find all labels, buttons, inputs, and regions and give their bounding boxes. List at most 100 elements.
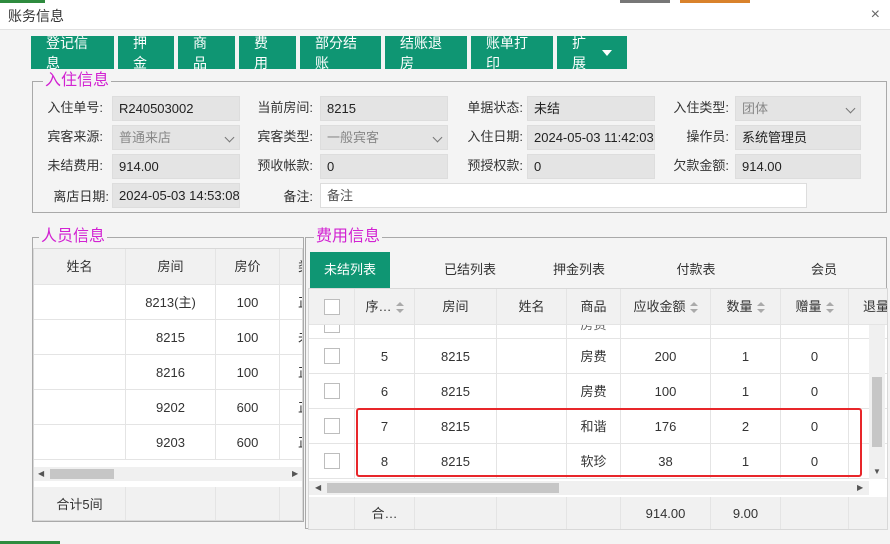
- row-checkbox[interactable]: [324, 418, 340, 434]
- vertical-scrollbar[interactable]: ▼: [869, 325, 885, 479]
- row-checkbox[interactable]: [324, 348, 340, 364]
- extend-button[interactable]: 扩展: [557, 35, 627, 71]
- table-cell[interactable]: 5: [355, 339, 415, 374]
- scroll-left-icon[interactable]: ◀: [315, 483, 321, 492]
- table-cell[interactable]: 正: [280, 355, 302, 390]
- checkin-type-select[interactable]: 团体: [735, 96, 861, 121]
- table-cell[interactable]: [34, 285, 126, 320]
- print-bill-button[interactable]: 账单打印: [471, 35, 553, 71]
- table-cell[interactable]: 200: [621, 339, 711, 374]
- goods-button[interactable]: 商品: [178, 35, 235, 71]
- button-label: 结账退房: [400, 34, 442, 71]
- column-header-type[interactable]: 类: [280, 249, 302, 285]
- table-cell[interactable]: 8216: [126, 355, 216, 390]
- table-cell[interactable]: 房费: [567, 374, 621, 409]
- table-cell[interactable]: 8215: [415, 374, 497, 409]
- arrears-field[interactable]: 914.00: [735, 154, 861, 179]
- column-header-return[interactable]: 退量: [849, 289, 887, 325]
- close-icon[interactable]: ×: [871, 6, 880, 24]
- table-cell: [781, 325, 849, 339]
- register-info-button[interactable]: 登记信息: [31, 35, 114, 71]
- table-cell[interactable]: 600: [216, 390, 280, 425]
- people-total: 合计5间: [34, 487, 126, 520]
- table-cell[interactable]: 100: [216, 355, 280, 390]
- column-header-room[interactable]: 房间: [126, 249, 216, 285]
- tab-settled[interactable]: 已结列表: [430, 252, 510, 288]
- table-cell[interactable]: 房费: [567, 339, 621, 374]
- table-cell[interactable]: 正: [280, 425, 302, 460]
- scrollbar-thumb[interactable]: [50, 469, 114, 479]
- table-cell[interactable]: [34, 320, 126, 355]
- table-cell: [567, 497, 621, 529]
- column-header-qty[interactable]: 数量: [711, 289, 781, 325]
- column-header-gift[interactable]: 赠量: [781, 289, 849, 325]
- table-cell[interactable]: [34, 425, 126, 460]
- scroll-left-icon[interactable]: ◀: [38, 469, 44, 478]
- current-room-field[interactable]: 8215: [320, 96, 448, 121]
- deposit-button[interactable]: 押金: [118, 35, 174, 71]
- scrollbar-thumb[interactable]: [872, 377, 882, 447]
- table-cell[interactable]: 8213(主): [126, 285, 216, 320]
- tab-member[interactable]: 会员: [784, 252, 864, 288]
- scroll-right-icon[interactable]: ▶: [292, 469, 298, 478]
- table-cell: [849, 497, 887, 529]
- table-cell[interactable]: 9203: [126, 425, 216, 460]
- table-cell[interactable]: [497, 374, 567, 409]
- prepaid-field[interactable]: 0: [320, 154, 448, 179]
- table-cell[interactable]: 8215: [415, 339, 497, 374]
- unsettled-fee-field[interactable]: 914.00: [112, 154, 240, 179]
- row-checkbox[interactable]: [324, 383, 340, 399]
- column-header-name[interactable]: 姓名: [497, 289, 567, 325]
- horizontal-scrollbar[interactable]: ◀ ▶: [34, 467, 302, 481]
- table-cell[interactable]: 100: [621, 374, 711, 409]
- partial-checkout-button[interactable]: 部分结账: [300, 35, 381, 71]
- column-header-name[interactable]: 姓名: [34, 249, 126, 285]
- checkout-button[interactable]: 结账退房: [385, 35, 467, 71]
- checkout-date-field[interactable]: 2024-05-03 14:53:08: [112, 183, 240, 208]
- table-cell[interactable]: 8215: [126, 320, 216, 355]
- column-header-item[interactable]: 商品: [567, 289, 621, 325]
- table-cell[interactable]: 100: [216, 320, 280, 355]
- column-header-price[interactable]: 房价: [216, 249, 280, 285]
- table-cell[interactable]: 0: [781, 374, 849, 409]
- table-cell[interactable]: [34, 390, 126, 425]
- bill-status-field[interactable]: 未结: [527, 96, 655, 121]
- tab-unsettled[interactable]: 未结列表: [310, 252, 390, 288]
- column-header-seq[interactable]: 序…: [355, 289, 415, 325]
- table-cell[interactable]: 0: [781, 339, 849, 374]
- remark-input[interactable]: 备注: [320, 183, 807, 208]
- preauth-field[interactable]: 0: [527, 154, 655, 179]
- column-header-amount[interactable]: 应收金额: [621, 289, 711, 325]
- table-cell[interactable]: 正: [280, 390, 302, 425]
- table-cell[interactable]: 1: [711, 374, 781, 409]
- guest-source-select[interactable]: 普通来店: [112, 125, 240, 150]
- table-cell[interactable]: 100: [216, 285, 280, 320]
- checkin-no-field[interactable]: R240503002: [112, 96, 240, 121]
- table-cell: [781, 497, 849, 529]
- select-all-checkbox[interactable]: [324, 299, 340, 315]
- table-cell[interactable]: 9202: [126, 390, 216, 425]
- checkin-date-field[interactable]: 2024-05-03 11:42:03: [527, 125, 655, 150]
- tab-payment[interactable]: 付款表: [656, 252, 736, 288]
- unsettled-fee-label: 未结费用:: [47, 158, 103, 173]
- tab-deposit[interactable]: 押金列表: [539, 252, 619, 288]
- prepaid-label: 预收帐款:: [257, 158, 313, 173]
- horizontal-scrollbar[interactable]: ◀ ▶: [309, 481, 869, 495]
- arrears-label: 欠款金额:: [673, 158, 729, 173]
- operator-field[interactable]: 系统管理员: [735, 125, 861, 150]
- row-checkbox[interactable]: [324, 453, 340, 469]
- scroll-right-icon[interactable]: ▶: [857, 483, 863, 492]
- table-cell[interactable]: [34, 355, 126, 390]
- row-checkbox[interactable]: [324, 325, 340, 333]
- scrollbar-thumb[interactable]: [327, 483, 559, 493]
- table-cell[interactable]: 6: [355, 374, 415, 409]
- scroll-down-icon[interactable]: ▼: [873, 467, 881, 476]
- table-cell[interactable]: 未: [280, 320, 302, 355]
- column-header-room[interactable]: 房间: [415, 289, 497, 325]
- fees-button[interactable]: 费用: [239, 35, 296, 71]
- guest-type-select[interactable]: 一般宾客: [320, 125, 448, 150]
- table-cell[interactable]: [497, 339, 567, 374]
- table-cell[interactable]: 正: [280, 285, 302, 320]
- table-cell[interactable]: 600: [216, 425, 280, 460]
- table-cell[interactable]: 1: [711, 339, 781, 374]
